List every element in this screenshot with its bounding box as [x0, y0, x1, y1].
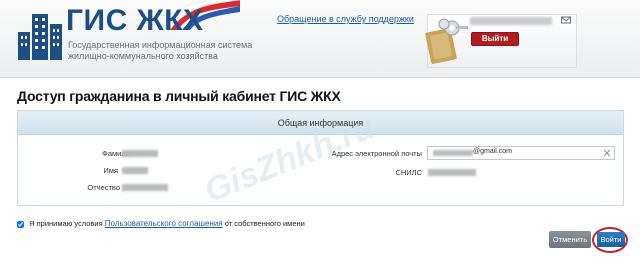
- snils-label: СНИЛС: [395, 168, 422, 177]
- agreement-prefix: Я принимаю условия: [29, 219, 103, 228]
- name-value-redacted: [122, 167, 148, 174]
- cancel-button[interactable]: Отменить: [549, 231, 591, 248]
- snils-value-redacted: [428, 169, 476, 176]
- panel-header: Общая информация: [18, 111, 623, 135]
- patronymic-value-redacted: [122, 184, 168, 191]
- keys-avatar-icon: [425, 18, 468, 64]
- email-label: Адрес электронной почты: [331, 149, 422, 158]
- patronymic-label: Отчество: [87, 183, 120, 192]
- email-domain: @gmail.com: [473, 148, 513, 155]
- site-header: ГИС ЖКХ Государственная информационная с…: [0, 0, 640, 78]
- agreement-suffix: от собственного имени: [224, 219, 305, 228]
- name-label: Имя: [103, 166, 118, 175]
- logout-button[interactable]: Выйти: [471, 32, 519, 46]
- page-title: Доступ гражданина в личный кабинет ГИС Ж…: [17, 88, 341, 104]
- agreement-checkbox[interactable]: [17, 220, 24, 228]
- mail-icon[interactable]: [561, 15, 571, 25]
- logo-title: ГИС ЖКХ: [66, 4, 204, 37]
- user-name-redacted: [470, 17, 552, 25]
- building-logo-icon: [18, 14, 62, 60]
- agreement-row: Я принимаю условия Пользовательского сог…: [17, 219, 305, 228]
- user-agreement-link[interactable]: Пользовательского соглашения: [105, 219, 223, 228]
- surname-value-redacted: [122, 150, 158, 157]
- support-link[interactable]: Обращение в службу поддержки: [277, 14, 414, 24]
- email-field[interactable]: @gmail.com: [427, 146, 615, 160]
- logo-subtitle-line1: Государственная информационная система: [68, 40, 253, 50]
- login-button[interactable]: Войти: [597, 232, 625, 247]
- clear-icon[interactable]: [603, 149, 611, 157]
- general-info-panel: Общая информация Фамилия Имя Отчество Ад…: [17, 110, 624, 206]
- logo-subtitle-line2: жилищно-коммунального хозяйства: [68, 51, 218, 61]
- email-local-part-redacted: [433, 150, 473, 156]
